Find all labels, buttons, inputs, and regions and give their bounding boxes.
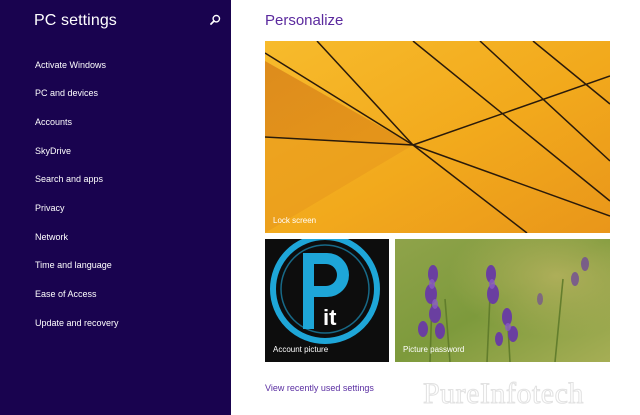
watermark-logo: PureInfotech xyxy=(423,373,623,411)
sidebar-title: PC settings xyxy=(34,12,117,29)
picture-password-label: Picture password xyxy=(403,345,465,354)
sidebar-item-ease-of-access[interactable]: Ease of Access xyxy=(35,284,97,304)
account-picture-label: Account picture xyxy=(273,345,329,354)
search-icon[interactable] xyxy=(208,13,222,27)
sidebar-item-skydrive[interactable]: SkyDrive xyxy=(35,141,71,161)
sidebar-item-time-and-language[interactable]: Time and language xyxy=(35,255,112,275)
pureinfotech-logo-icon xyxy=(270,239,380,344)
sidebar: PC settings Activate Windows PC and devi… xyxy=(0,0,231,415)
svg-text:PureInfotech: PureInfotech xyxy=(423,377,584,409)
sidebar-item-activate-windows[interactable]: Activate Windows xyxy=(35,55,106,75)
lock-screen-tile[interactable]: Lock screen xyxy=(265,41,610,233)
lock-screen-label: Lock screen xyxy=(273,216,317,225)
sidebar-item-accounts[interactable]: Accounts xyxy=(35,112,72,132)
account-picture-tile[interactable]: it Account picture xyxy=(265,239,389,362)
sidebar-item-privacy[interactable]: Privacy xyxy=(35,198,65,218)
lavender-image xyxy=(395,239,610,362)
sidebar-item-network[interactable]: Network xyxy=(35,227,68,247)
view-recent-settings-link[interactable]: View recently used settings xyxy=(265,383,374,393)
logo-text: it xyxy=(323,305,337,330)
sidebar-item-search-and-apps[interactable]: Search and apps xyxy=(35,169,103,189)
sidebar-item-pc-and-devices[interactable]: PC and devices xyxy=(35,83,98,103)
sidebar-item-update-and-recovery[interactable]: Update and recovery xyxy=(35,313,119,333)
lock-screen-image xyxy=(265,41,610,233)
picture-password-tile[interactable]: Picture password xyxy=(395,239,610,362)
page-title: Personalize xyxy=(265,12,344,29)
